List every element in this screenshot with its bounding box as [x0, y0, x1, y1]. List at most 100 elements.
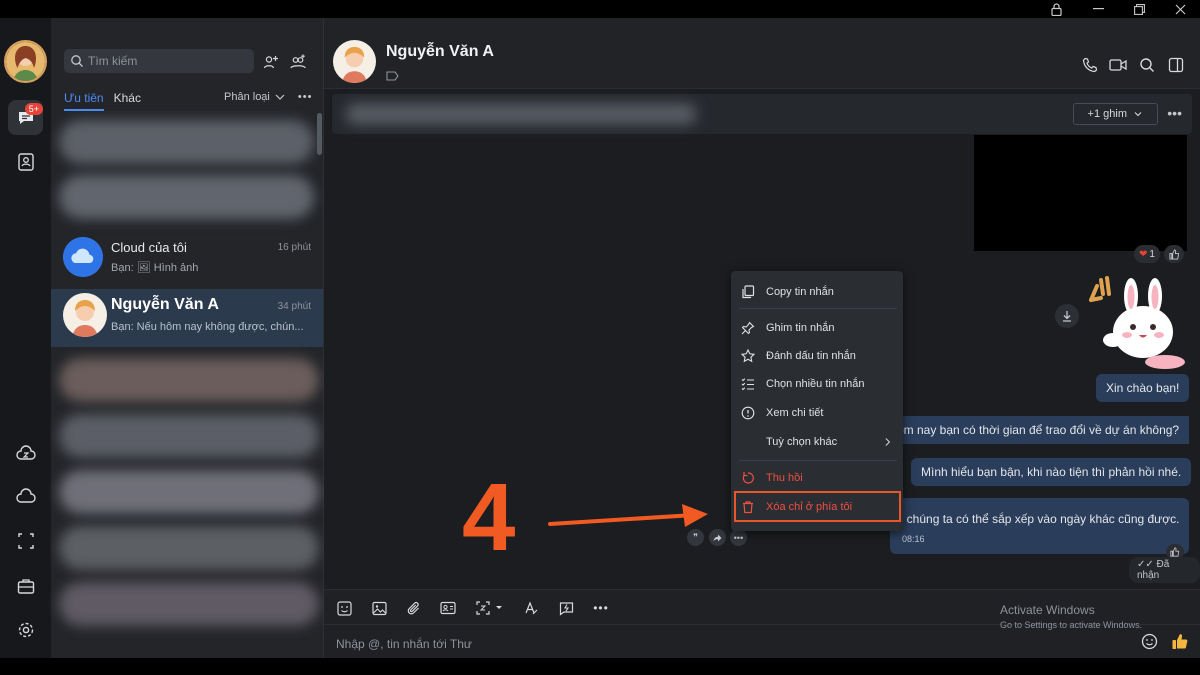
lock-icon[interactable] [1036, 0, 1076, 18]
attachment-icon[interactable] [402, 597, 424, 619]
menu-item-label: Tuỳ chọn khác [766, 436, 838, 448]
capture-icon[interactable] [473, 597, 507, 619]
menu-item-label: Ghim tin nhắn [766, 322, 835, 334]
zcloud-icon[interactable] [8, 436, 43, 471]
settings-icon[interactable] [8, 612, 43, 647]
menu-pin-message[interactable]: Ghim tin nhắn [731, 315, 903, 341]
pinbar-more-icon[interactable]: ••• [1167, 105, 1182, 121]
blurred-conversation [59, 358, 319, 402]
blurred-conversation [59, 175, 314, 219]
download-icon[interactable] [1055, 304, 1079, 328]
chat-contact-avatar[interactable] [333, 40, 376, 83]
nav-rail: 5+ [0, 18, 51, 658]
cloud-icon[interactable] [8, 479, 43, 514]
chat-icon[interactable]: 5+ [8, 100, 43, 135]
message-bubble-selected[interactable]: , chúng ta có thể sắp xếp vào ngày khác … [890, 498, 1190, 554]
blurred-conversation [59, 582, 319, 626]
restore-icon[interactable] [1119, 0, 1159, 18]
copy-icon [742, 285, 755, 299]
menu-copy-message[interactable]: Copy tin nhắn [731, 279, 903, 305]
call-icon[interactable] [1079, 54, 1101, 76]
more-icon[interactable]: ••• [298, 91, 313, 103]
recall-icon [742, 472, 754, 484]
list-item[interactable] [51, 576, 323, 634]
reaction-badge[interactable]: ❤ 1 [1134, 245, 1160, 263]
menu-view-details[interactable]: Xem chi tiết [731, 400, 903, 426]
video-call-icon[interactable] [1107, 54, 1129, 76]
menu-divider [739, 308, 897, 309]
highlight-box [734, 491, 901, 522]
minimize-icon[interactable] [1078, 0, 1118, 18]
message-bubble[interactable]: Mình hiểu bạn bận, khi nào tiện thì phản… [911, 458, 1192, 486]
message-bubble[interactable]: ôm nay bạn có thời gian để trao đổi về d… [887, 416, 1190, 444]
sticker-icon[interactable] [333, 597, 355, 619]
arrow-annotation [548, 504, 708, 527]
chat-title: Nguyễn Văn A [386, 43, 494, 60]
message-more-icon[interactable]: ••• [730, 529, 747, 546]
conversation-name: Nguyễn Văn A [111, 296, 219, 313]
label-tag-icon[interactable] [386, 68, 399, 86]
list-scrollbar[interactable] [317, 113, 322, 155]
search-input[interactable]: Tìm kiếm [64, 49, 254, 73]
blurred-conversation [59, 526, 319, 570]
media-message[interactable] [974, 135, 1187, 251]
conversation-time: 34 phút [277, 301, 311, 312]
screenshot-icon[interactable] [8, 523, 43, 558]
list-item[interactable] [51, 520, 323, 578]
pinned-message-bar[interactable]: +1 ghim ••• [332, 94, 1192, 134]
quick-message-icon[interactable] [555, 597, 577, 619]
contact-card-icon[interactable] [437, 597, 459, 619]
menu-item-label: Đánh dấu tin nhắn [766, 350, 856, 362]
search-placeholder: Tìm kiếm [88, 54, 138, 68]
list-item[interactable] [51, 114, 323, 172]
contact-avatar [63, 293, 107, 337]
briefcase-icon[interactable] [8, 568, 43, 603]
sidebar-toggle-icon[interactable] [1165, 54, 1187, 76]
thumbs-up-icon[interactable] [1171, 632, 1189, 655]
message-time: 08:16 [902, 534, 925, 544]
close-icon[interactable] [1160, 0, 1200, 18]
pinned-count-label: +1 ghim [1087, 108, 1127, 120]
create-group-icon[interactable] [287, 51, 309, 73]
message-text: , chúng ta có thể sắp xếp vào ngày khác … [900, 512, 1180, 526]
pinned-count-button[interactable]: +1 ghim [1072, 103, 1158, 125]
message-input-placeholder: Nhập @, tin nhắn tới Thư [336, 637, 472, 651]
blurred-pinned-message [346, 104, 696, 124]
emoji-icon[interactable] [1141, 633, 1158, 655]
blurred-conversation [59, 470, 319, 514]
conversation-list-panel: Tìm kiếm Ưu tiên Khác Phân loại ••• Clou… [51, 18, 324, 658]
hi-bunny-sticker[interactable] [1087, 270, 1187, 370]
conversation-nguyen-van-a[interactable]: Nguyễn Văn A 34 phút Bạn: Nếu hôm nay kh… [51, 289, 323, 347]
windows-activation-watermark: Activate Windows Go to Settings to activ… [1000, 603, 1142, 630]
image-icon[interactable] [368, 597, 390, 619]
chevron-down-icon [1134, 112, 1142, 117]
category-filter[interactable]: Phân loại ••• [224, 91, 312, 103]
text-format-icon[interactable] [520, 597, 542, 619]
menu-recall[interactable]: Thu hồi [731, 465, 903, 491]
double-check-icon: ✓✓ [1137, 559, 1154, 570]
tab-priority[interactable]: Ưu tiên [64, 91, 104, 111]
chevron-down-icon [275, 94, 285, 100]
blurred-conversation [59, 120, 314, 164]
conversation-tabs: Ưu tiên Khác [64, 91, 151, 111]
heart-icon: ❤ [1139, 248, 1148, 260]
menu-mark-message[interactable]: Đánh dấu tin nhắn [731, 343, 903, 369]
menu-select-multiple[interactable]: Chọn nhiều tin nhắn [731, 371, 903, 397]
list-item[interactable] [51, 352, 323, 410]
message-bubble[interactable]: Xin chào bạn! [1096, 374, 1190, 402]
composer-more-icon[interactable]: ••• [590, 597, 612, 619]
conversation-preview: Bạn: 🖼 Hình ảnh [111, 262, 199, 274]
like-reaction-icon[interactable] [1164, 245, 1184, 263]
user-avatar[interactable] [4, 40, 47, 83]
list-item[interactable] [51, 169, 323, 227]
menu-more-options[interactable]: Tuỳ chọn khác [731, 429, 903, 455]
list-item[interactable] [51, 464, 323, 522]
list-item[interactable] [51, 408, 323, 466]
contacts-icon[interactable] [8, 144, 43, 179]
search-icon [71, 55, 83, 67]
tab-other[interactable]: Khác [114, 91, 141, 111]
conversation-cloud[interactable]: Cloud của tôi 16 phút Bạn: 🖼 Hình ảnh [51, 230, 323, 288]
add-friend-icon[interactable] [260, 51, 282, 73]
search-icon[interactable] [1136, 54, 1158, 76]
filter-label: Phân loại [224, 91, 270, 103]
